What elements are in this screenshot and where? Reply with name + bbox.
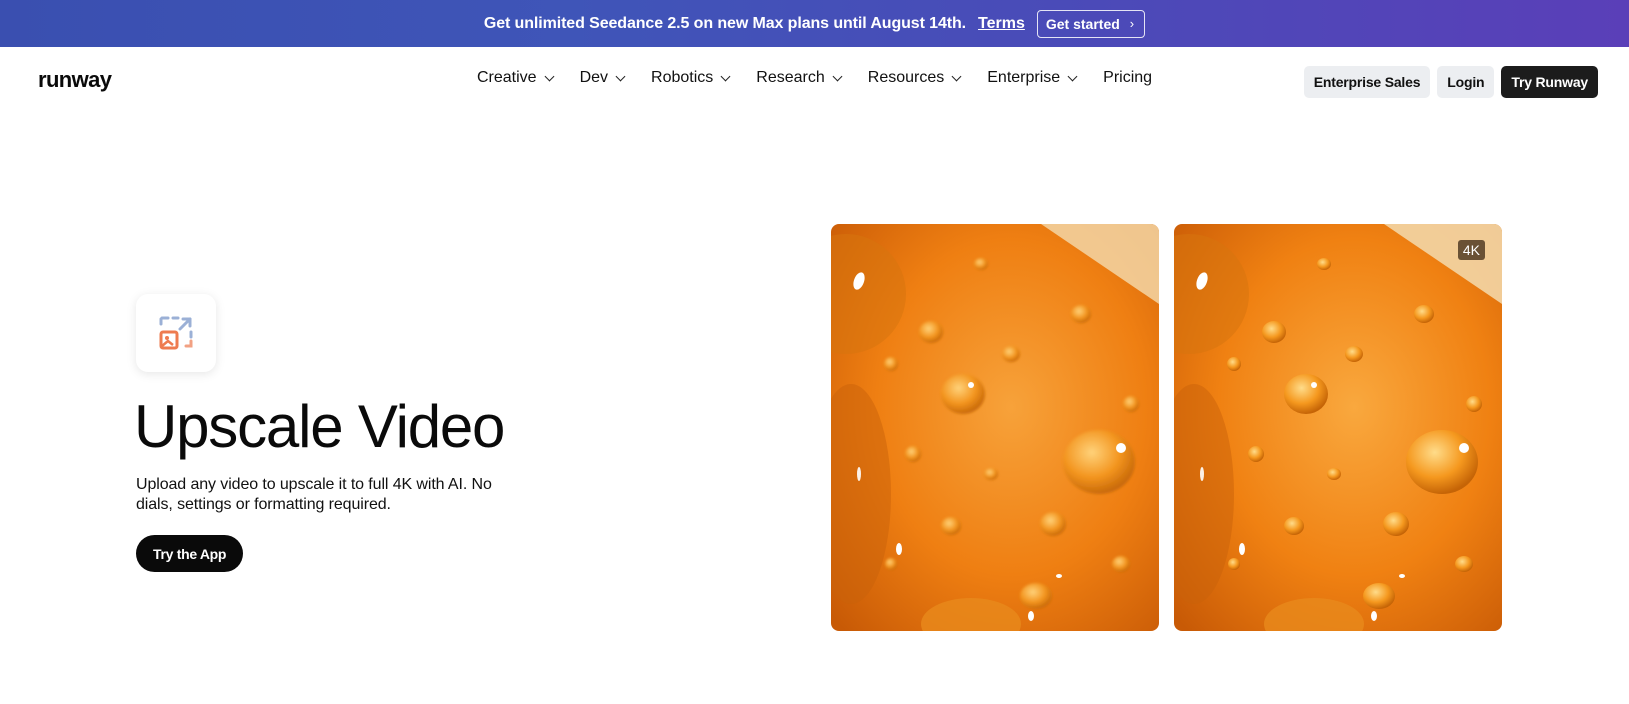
get-started-label: Get started bbox=[1045, 15, 1120, 32]
nav-item-resources[interactable]: Resources bbox=[867, 69, 962, 87]
enterprise-sales-button[interactable]: Enterprise Sales bbox=[1303, 66, 1431, 98]
promo-banner: Get unlimited Seedance 2.5 on new Max pl… bbox=[0, 0, 1629, 47]
nav-item-label: Resources bbox=[867, 69, 945, 86]
nav-item-creative[interactable]: Creative bbox=[477, 69, 555, 87]
upscale-image-icon bbox=[159, 316, 193, 350]
nav-item-label: Pricing bbox=[1103, 69, 1153, 86]
nav-item-dev[interactable]: Dev bbox=[579, 69, 626, 87]
hero-description: Upload any video to upscale it to full 4… bbox=[136, 476, 492, 513]
chevron-down-icon bbox=[720, 71, 731, 81]
nav-item-label: Enterprise bbox=[987, 69, 1061, 86]
chevron-down-icon bbox=[951, 71, 962, 81]
feature-icon-card bbox=[136, 294, 216, 372]
chevron-down-icon bbox=[1067, 71, 1078, 81]
chevron-down-icon bbox=[615, 71, 626, 81]
resolution-badge: 4K bbox=[1457, 240, 1485, 260]
try-the-app-button[interactable]: Try the App bbox=[136, 535, 244, 572]
chevron-down-icon bbox=[544, 71, 555, 81]
nav-item-label: Creative bbox=[477, 69, 537, 86]
main-nav: runway Creative Dev Robotics Research Re… bbox=[0, 47, 1629, 117]
nav-menu: Creative Dev Robotics Research Resources… bbox=[477, 69, 1179, 87]
try-runway-button[interactable]: Try Runway bbox=[1501, 66, 1598, 98]
banner-text: Get unlimited Seedance 2.5 on new Max pl… bbox=[483, 14, 967, 32]
nav-item-label: Robotics bbox=[651, 69, 714, 86]
login-button[interactable]: Login bbox=[1437, 66, 1495, 98]
page-title: Upscale Video bbox=[134, 393, 505, 460]
get-started-button[interactable]: Get started › bbox=[1036, 9, 1146, 38]
nav-item-enterprise[interactable]: Enterprise bbox=[987, 69, 1078, 87]
nav-item-label: Research bbox=[756, 69, 825, 86]
chevron-down-icon bbox=[832, 71, 843, 81]
orange-droplets-4k-image bbox=[1174, 224, 1502, 631]
nav-item-robotics[interactable]: Robotics bbox=[651, 69, 731, 87]
orange-droplets-image bbox=[831, 224, 1159, 631]
nav-actions: Enterprise Sales Login Try Runway bbox=[1303, 66, 1598, 98]
nav-item-research[interactable]: Research bbox=[756, 69, 843, 87]
nav-item-label: Dev bbox=[579, 69, 609, 86]
original-video-preview bbox=[831, 224, 1159, 631]
runway-logo[interactable]: runway bbox=[38, 67, 112, 93]
upscaled-video-preview: 4K bbox=[1174, 224, 1502, 631]
nav-item-pricing[interactable]: Pricing bbox=[1103, 69, 1152, 87]
chevron-right-icon: › bbox=[1129, 16, 1135, 31]
banner-terms-link[interactable]: Terms bbox=[978, 15, 1025, 33]
